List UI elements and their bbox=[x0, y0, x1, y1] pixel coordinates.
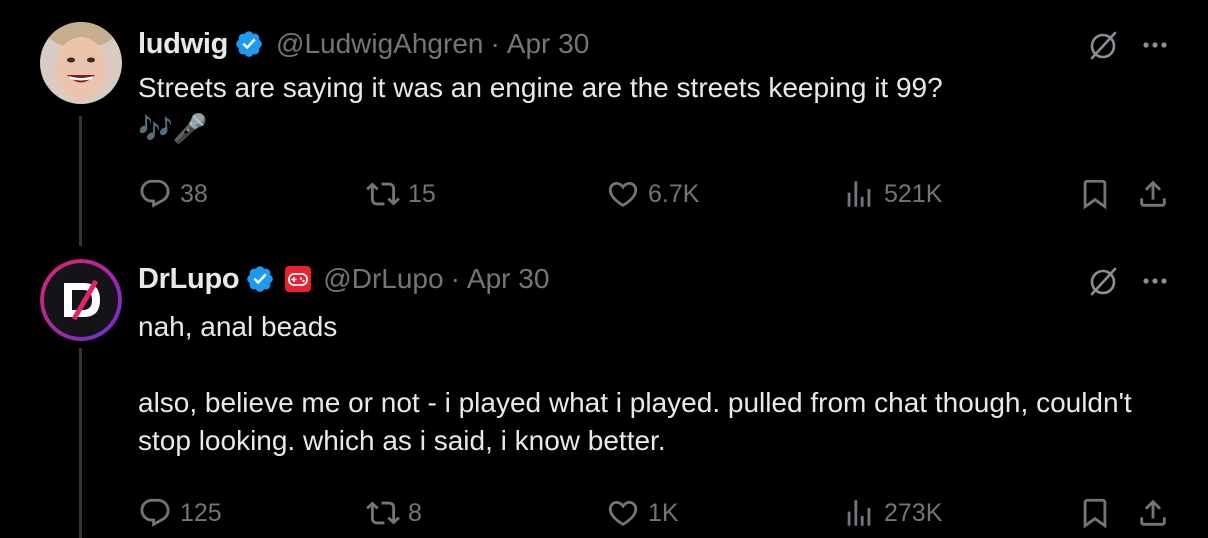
tweet-paragraph: also, believe me or not - i played what … bbox=[138, 387, 1132, 456]
thread-connector-line bbox=[79, 116, 82, 246]
tweet-header: DrLupo @DrLupo · Apr 30 bbox=[138, 260, 549, 298]
avatar-drlupo[interactable] bbox=[40, 259, 122, 341]
avatar-ludwig[interactable] bbox=[40, 22, 122, 104]
share-icon bbox=[1140, 499, 1166, 526]
emoji: 🎶🎤 bbox=[138, 113, 208, 144]
repost-button[interactable]: 15 bbox=[366, 174, 436, 214]
controller-badge-icon[interactable] bbox=[285, 266, 312, 292]
reply-count: 38 bbox=[180, 179, 208, 208]
like-icon bbox=[608, 500, 638, 526]
tweet-drlupo[interactable]: DrLupo @DrLupo · Apr 30 nah, anal beads … bbox=[0, 240, 1208, 538]
reply-icon bbox=[140, 498, 170, 527]
more-icon[interactable] bbox=[1140, 266, 1170, 296]
share-icon bbox=[1140, 180, 1166, 207]
views-icon bbox=[847, 500, 871, 526]
views-count: 521K bbox=[884, 179, 943, 208]
verified-badge-icon[interactable] bbox=[245, 264, 275, 294]
tweet-text: nah, anal beads also, believe me or not … bbox=[138, 308, 1138, 460]
bookmark-button[interactable] bbox=[1078, 174, 1112, 214]
tweet-paragraph: nah, anal beads bbox=[138, 311, 338, 342]
tweet-text-line: Streets are saying it was an engine are … bbox=[138, 72, 943, 103]
timestamp[interactable]: Apr 30 bbox=[467, 263, 550, 295]
timestamp[interactable]: Apr 30 bbox=[507, 28, 590, 60]
reply-icon bbox=[140, 179, 170, 208]
repost-count: 8 bbox=[408, 498, 422, 527]
display-name[interactable]: ludwig bbox=[138, 28, 228, 61]
reply-button[interactable]: 38 bbox=[138, 174, 208, 214]
tweet-thread: ludwig @LudwigAhgren · Apr 30 Streets ar… bbox=[0, 0, 1208, 538]
tweet-text: Streets are saying it was an engine are … bbox=[138, 69, 1138, 148]
like-button[interactable]: 1K bbox=[606, 493, 679, 533]
handle[interactable]: @DrLupo bbox=[323, 263, 443, 295]
views-count: 273K bbox=[884, 498, 943, 527]
like-count: 6.7K bbox=[648, 179, 700, 208]
verified-badge-icon[interactable] bbox=[234, 29, 264, 59]
tweet-actions: 125 8 1K 273K bbox=[138, 493, 1178, 533]
repost-button[interactable]: 8 bbox=[366, 493, 422, 533]
repost-icon bbox=[366, 182, 400, 206]
grok-icon[interactable] bbox=[1086, 264, 1120, 298]
grok-icon[interactable] bbox=[1086, 28, 1120, 62]
repost-icon bbox=[366, 501, 400, 525]
views-button[interactable]: 273K bbox=[842, 493, 942, 533]
separator-dot: · bbox=[490, 28, 500, 59]
thread-connector-line bbox=[79, 348, 82, 538]
reply-button[interactable]: 125 bbox=[138, 493, 222, 533]
reply-count: 125 bbox=[180, 498, 222, 527]
repost-count: 15 bbox=[408, 179, 436, 208]
tweet-actions: 38 15 6.7K 521K bbox=[138, 174, 1178, 214]
views-button[interactable]: 521K bbox=[842, 174, 942, 214]
bookmark-icon bbox=[1083, 179, 1107, 210]
share-button[interactable] bbox=[1136, 493, 1170, 533]
handle[interactable]: @LudwigAhgren bbox=[276, 28, 483, 60]
bookmark-icon bbox=[1083, 498, 1107, 529]
views-icon bbox=[847, 181, 871, 207]
share-button[interactable] bbox=[1136, 174, 1170, 214]
more-icon[interactable] bbox=[1140, 30, 1170, 60]
like-button[interactable]: 6.7K bbox=[606, 174, 699, 214]
display-name[interactable]: DrLupo bbox=[138, 263, 240, 296]
bookmark-button[interactable] bbox=[1078, 493, 1112, 533]
separator-dot: · bbox=[450, 263, 460, 294]
like-count: 1K bbox=[648, 498, 679, 527]
like-icon bbox=[608, 181, 638, 207]
tweet-ludwig[interactable]: ludwig @LudwigAhgren · Apr 30 Streets ar… bbox=[0, 0, 1208, 246]
tweet-header: ludwig @LudwigAhgren · Apr 30 bbox=[138, 25, 589, 63]
